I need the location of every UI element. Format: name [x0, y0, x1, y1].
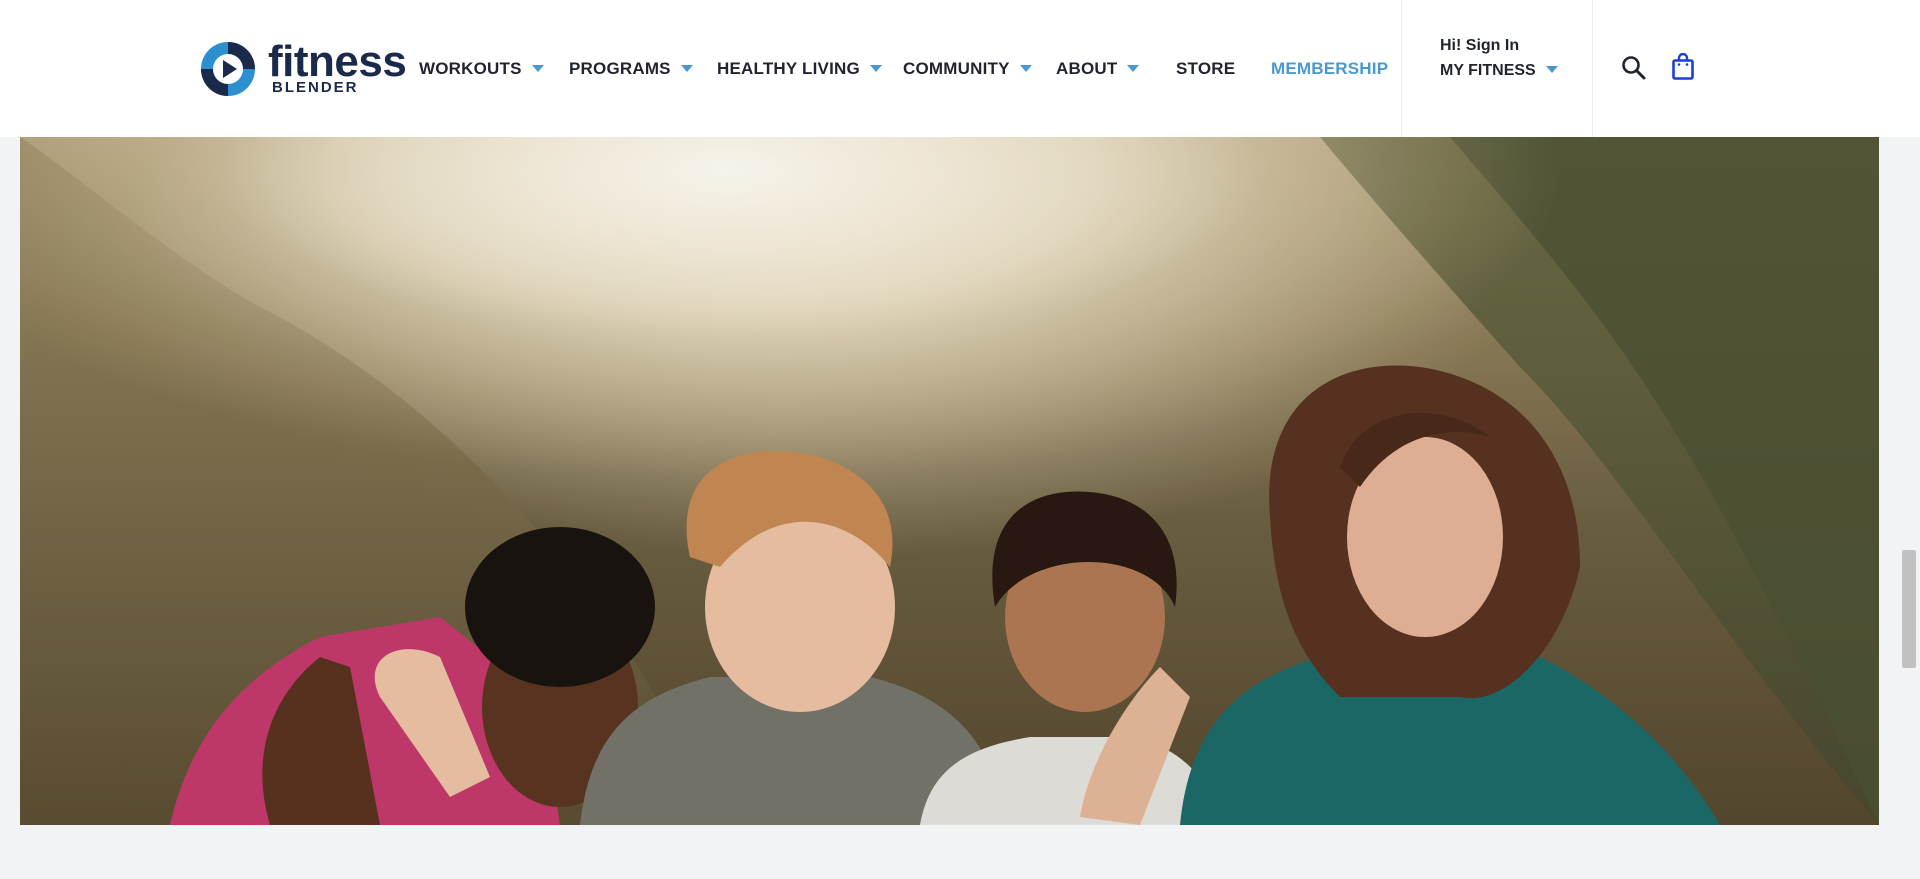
nav-store-label: STORE: [1176, 59, 1236, 78]
hero-image: [20, 137, 1879, 825]
header-divider: [1401, 0, 1402, 137]
my-fitness-label: MY FITNESS: [1440, 62, 1536, 79]
search-button[interactable]: [1621, 55, 1647, 86]
caret-down-icon: [869, 65, 882, 73]
hero-photo: [20, 137, 1879, 825]
nav-membership-label: MEMBERSHIP: [1271, 59, 1389, 78]
sign-in-link[interactable]: Hi! Sign In: [1440, 36, 1558, 56]
nav-store[interactable]: STORE: [1176, 58, 1235, 80]
caret-down-icon: [1019, 65, 1032, 73]
nav-community[interactable]: COMMUNITY: [903, 58, 1032, 80]
header-divider: [1592, 0, 1593, 137]
nav-healthy-living[interactable]: HEALTHY LIVING: [717, 58, 882, 80]
nav-programs-label: PROGRAMS: [569, 59, 671, 78]
logo-wordmark: fitness: [268, 37, 407, 86]
nav-workouts[interactable]: WORKOUTS: [419, 58, 544, 80]
nav-workouts-label: WORKOUTS: [419, 59, 522, 78]
fitness-blender-logo[interactable]: fitness BLENDER: [199, 38, 407, 100]
nav-about-label: ABOUT: [1056, 59, 1118, 78]
page-background: [0, 845, 1920, 879]
shopping-bag-icon: [1672, 52, 1694, 80]
nav-membership[interactable]: MEMBERSHIP: [1271, 58, 1388, 80]
nav-community-label: COMMUNITY: [903, 59, 1010, 78]
caret-down-icon: [1127, 65, 1140, 73]
caret-down-icon: [1545, 66, 1558, 74]
caret-down-icon: [680, 65, 693, 73]
my-fitness-dropdown[interactable]: MY FITNESS: [1440, 61, 1558, 81]
cart-button[interactable]: [1671, 52, 1695, 86]
nav-healthy-living-label: HEALTHY LIVING: [717, 59, 860, 78]
nav-programs[interactable]: PROGRAMS: [569, 58, 693, 80]
nav-about[interactable]: ABOUT: [1056, 58, 1140, 80]
scrollbar-thumb[interactable]: [1902, 550, 1916, 668]
site-header: fitness BLENDER WORKOUTS PROGRAMS HEALTH…: [0, 0, 1920, 137]
logo-subtitle: BLENDER: [272, 79, 359, 96]
caret-down-icon: [531, 65, 544, 73]
account-menu[interactable]: Hi! Sign In MY FITNESS: [1440, 36, 1558, 81]
search-icon: [1622, 56, 1646, 80]
logo-mark-icon: [201, 42, 255, 96]
